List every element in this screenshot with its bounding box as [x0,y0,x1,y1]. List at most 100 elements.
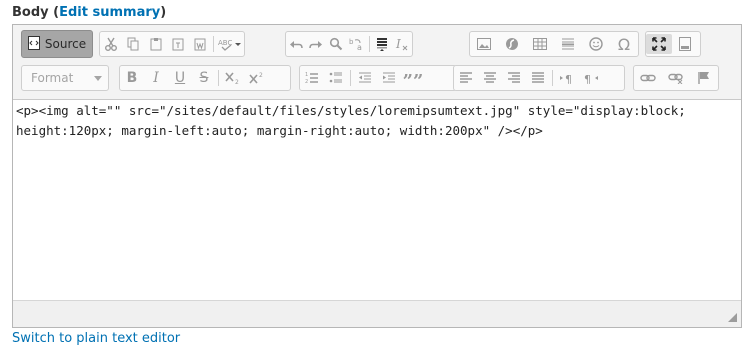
separator [552,70,553,86]
align-left-button[interactable] [454,68,478,88]
link-group [633,65,719,91]
copy-icon [126,37,140,51]
close-paren: ) [160,5,167,20]
image-button[interactable] [470,34,498,54]
svg-text:2: 2 [305,79,308,85]
format-dropdown-value: Format [31,71,74,85]
replace-button[interactable]: ba [347,34,367,54]
svg-text:2: 2 [235,79,239,85]
horizontal-rule-button[interactable] [554,34,582,54]
source-button[interactable]: Source [21,30,93,58]
paste-icon [149,37,163,51]
numbered-list-button[interactable]: 12 [300,68,324,88]
maximize-icon [652,37,666,51]
svg-text:b: b [349,38,354,46]
bold-button[interactable]: B [120,68,144,88]
editor-statusbar [13,300,741,327]
maximize-button[interactable] [646,34,672,54]
magnifier-icon [329,37,343,51]
outdent-button[interactable] [353,68,377,88]
tools-group [645,31,701,57]
rich-text-editor: Source ABC ba I Ω Format B I U S 2 2 1 2… [12,24,742,328]
align-justify-icon [531,72,545,84]
cut-icon [104,37,118,51]
special-char-button[interactable]: Ω [610,34,638,54]
select-all-button[interactable] [372,34,392,54]
copy-button[interactable] [122,34,144,54]
edit-group: ba I [285,31,413,57]
undo-icon [289,37,303,51]
editor-toolbar: Source ABC ba I Ω Format B I U S 2 2 1 2… [13,25,741,100]
link-button[interactable] [634,68,662,88]
show-blocks-icon [679,37,691,51]
strikethrough-button[interactable]: S [192,68,216,88]
source-textarea[interactable]: <p><img alt="" src="/sites/default/files… [13,99,741,303]
show-blocks-button[interactable] [672,34,698,54]
smiley-button[interactable] [582,34,610,54]
undo-button[interactable] [286,34,306,54]
flash-icon [505,37,519,51]
paste-word-button[interactable] [189,34,211,54]
unlink-icon [668,72,684,84]
align-center-icon [483,72,497,84]
italic-button[interactable]: I [144,68,168,88]
switch-plain-text-link[interactable]: Switch to plain text editor [12,331,180,346]
align-right-button[interactable] [502,68,526,88]
separator [368,36,370,52]
paste-text-icon [171,37,185,51]
align-center-button[interactable] [478,68,502,88]
underline-button[interactable]: U [168,68,192,88]
ltr-icon: ¶ [559,71,575,85]
image-icon [477,38,491,50]
align-group: ¶ ¶ [453,65,625,91]
subscript-button[interactable]: 2 [221,68,245,88]
table-icon [533,38,547,50]
field-label-text: Body [12,5,49,20]
chevron-down-icon [94,76,102,81]
paste-button[interactable] [145,34,167,54]
anchor-button[interactable] [690,68,718,88]
svg-text:¶: ¶ [565,73,572,85]
remove-format-button[interactable]: I [392,34,412,54]
table-button[interactable] [526,34,554,54]
superscript-button[interactable]: 2 [245,68,269,88]
svg-text:1: 1 [305,72,308,78]
edit-summary-link[interactable]: Edit summary [59,5,160,20]
outdent-icon [358,71,372,85]
redo-icon [309,37,323,51]
clear-formatting-icon: I [395,37,409,51]
basic-styles-group: B I U S 2 2 [119,65,291,91]
field-label: Body (Edit summary) [12,5,166,20]
flash-button[interactable] [498,34,526,54]
format-dropdown[interactable]: Format [21,65,109,91]
clipboard-group: ABC [99,31,245,57]
find-button[interactable] [326,34,346,54]
unlink-button[interactable] [662,68,690,88]
cut-button[interactable] [100,34,122,54]
replace-icon: ba [349,37,365,51]
spellcheck-button[interactable]: ABC [216,34,244,54]
numbered-list-icon: 12 [305,71,319,85]
indent-button[interactable] [377,68,401,88]
source-icon [27,35,40,53]
resize-handle-icon[interactable] [728,313,737,322]
horizontal-line-icon [561,38,575,50]
svg-text:a: a [357,43,362,51]
redo-button[interactable] [306,34,326,54]
text-direction-rtl-button[interactable]: ¶ [579,68,603,88]
bulleted-list-icon [329,71,343,85]
paragraph-group: 12 ”” [299,65,457,92]
align-justify-button[interactable] [526,68,550,88]
smiley-icon [589,37,603,51]
text-direction-ltr-button[interactable]: ¶ [555,68,579,88]
svg-text:I: I [395,37,401,51]
blockquote-button[interactable]: ”” [401,65,425,92]
bulleted-list-button[interactable] [324,68,348,88]
source-label: Source [44,37,87,51]
separator [350,70,351,86]
separator [218,70,219,86]
indent-icon [382,71,396,85]
omega-icon: Ω [617,34,631,54]
paste-text-button[interactable] [167,34,189,54]
spellcheck-icon: ABC [218,37,242,51]
